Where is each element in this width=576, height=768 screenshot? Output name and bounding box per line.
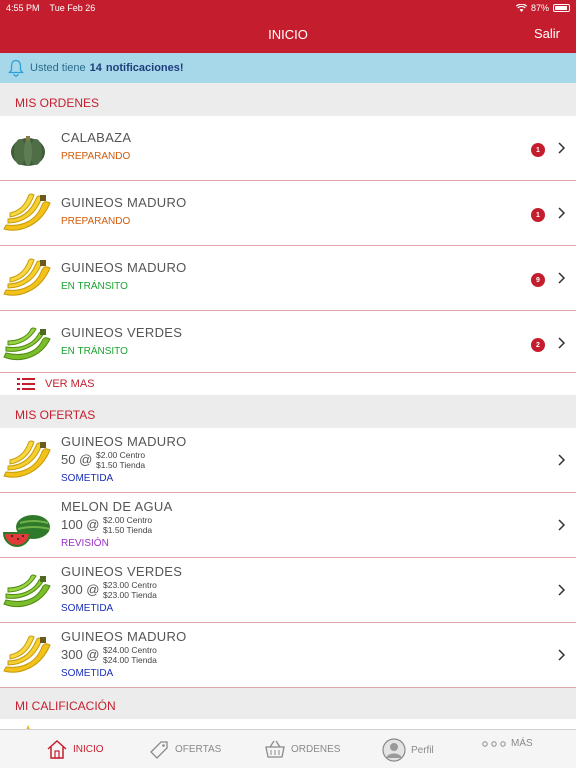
order-product-name: CALABAZA bbox=[61, 130, 132, 145]
order-count-badge: 2 bbox=[531, 338, 545, 352]
order-row[interactable]: GUINEOS MADURO PREPARANDO 1 bbox=[0, 181, 576, 246]
tab-label: MÁS bbox=[511, 738, 533, 749]
status-bar: 4:55 PM Tue Feb 26 87% bbox=[0, 0, 576, 16]
price-center: $23.00 Centro bbox=[103, 580, 157, 590]
tab-bar: INICIO OFERTAS ORDENES Perfil MÁS bbox=[0, 729, 576, 768]
pumpkin-icon bbox=[11, 136, 45, 166]
rating-section-title: MI CALIFICACIÓN bbox=[0, 688, 576, 719]
tab-perfil[interactable]: Perfil bbox=[382, 738, 434, 762]
notification-count: 14 bbox=[89, 62, 102, 74]
tab-label: ORDENES bbox=[291, 743, 341, 755]
tab-inicio[interactable]: INICIO bbox=[46, 738, 104, 760]
list-icon bbox=[17, 378, 35, 390]
tab-ordenes[interactable]: ORDENES bbox=[264, 738, 340, 760]
offer-prices: $2.00 Centro $1.50 Tienda bbox=[103, 515, 152, 535]
order-count-badge: 1 bbox=[531, 143, 545, 157]
offer-product-name: GUINEOS VERDES bbox=[61, 564, 183, 579]
order-status: EN TRÁNSITO bbox=[61, 346, 128, 357]
offer-row[interactable]: GUINEOS VERDES 300 @ $23.00 Centro $23.0… bbox=[0, 558, 576, 623]
chevron-right-icon bbox=[558, 649, 566, 661]
price-center: $2.00 Centro bbox=[103, 515, 153, 525]
chevron-right-icon bbox=[558, 207, 566, 219]
price-store: $1.50 Tienda bbox=[96, 460, 146, 470]
order-status: PREPARANDO bbox=[61, 151, 131, 162]
offer-product-name: GUINEOS MADURO bbox=[61, 629, 187, 644]
price-center: $2.00 Centro bbox=[96, 450, 146, 460]
tab-label: OFERTAS bbox=[175, 743, 222, 755]
ripe-banana-icon bbox=[3, 193, 51, 231]
price-center: $24.00 Centro bbox=[103, 645, 157, 655]
see-more-label: VER MAS bbox=[45, 378, 95, 390]
nav-bar: INICIO Salir bbox=[0, 16, 576, 53]
offer-quantity: 100 @ bbox=[61, 517, 100, 532]
tag-icon bbox=[150, 741, 168, 759]
logout-button[interactable]: Salir bbox=[534, 26, 560, 41]
page-title: INICIO bbox=[268, 27, 308, 42]
see-more-button[interactable]: VER MAS bbox=[0, 373, 576, 395]
ripe-banana-icon bbox=[3, 258, 51, 296]
offer-prices: $23.00 Centro $23.00 Tienda bbox=[103, 580, 157, 600]
tab-label: Perfil bbox=[411, 744, 434, 756]
tab-mas[interactable]: MÁS bbox=[482, 738, 533, 749]
notification-prefix: Usted tiene bbox=[30, 62, 86, 74]
offer-product-name: MELON DE AGUA bbox=[61, 499, 173, 514]
order-row[interactable]: GUINEOS VERDES EN TRÁNSITO 2 bbox=[0, 311, 576, 376]
status-time: 4:55 PM bbox=[6, 3, 40, 13]
offer-row[interactable]: GUINEOS MADURO 50 @ $2.00 Centro $1.50 T… bbox=[0, 428, 576, 493]
order-product-name: GUINEOS MADURO bbox=[61, 195, 187, 210]
offer-prices: $24.00 Centro $24.00 Tienda bbox=[103, 645, 157, 665]
battery-percent: 87% bbox=[530, 3, 549, 13]
order-product-name: GUINEOS MADURO bbox=[61, 260, 187, 275]
price-store: $23.00 Tienda bbox=[103, 590, 157, 600]
offer-quantity: 300 @ bbox=[61, 582, 100, 597]
offer-row[interactable]: MELON DE AGUA 100 @ $2.00 Centro $1.50 T… bbox=[0, 493, 576, 558]
offer-quantity: 300 @ bbox=[61, 647, 100, 662]
offer-status: SOMETIDA bbox=[61, 473, 114, 484]
order-count-badge: 1 bbox=[531, 208, 545, 222]
basket-icon bbox=[265, 740, 285, 758]
chevron-right-icon bbox=[558, 584, 566, 596]
home-icon bbox=[47, 739, 67, 759]
offer-row[interactable]: GUINEOS MADURO 300 @ $24.00 Centro $24.0… bbox=[0, 623, 576, 688]
price-store: $24.00 Tienda bbox=[103, 655, 157, 665]
green-banana-icon bbox=[3, 327, 51, 361]
tab-label: INICIO bbox=[73, 743, 104, 755]
wifi-icon bbox=[515, 4, 527, 12]
offer-product-name: GUINEOS MADURO bbox=[61, 434, 187, 449]
order-status: EN TRÁNSITO bbox=[61, 281, 128, 292]
offer-quantity: 50 @ bbox=[61, 452, 93, 467]
offer-status: SOMETIDA bbox=[61, 668, 114, 679]
more-icon bbox=[482, 740, 506, 747]
notification-banner[interactable]: Usted tiene 14 notificaciones! bbox=[0, 53, 576, 83]
order-product-name: GUINEOS VERDES bbox=[61, 325, 183, 340]
notification-suffix: notificaciones! bbox=[105, 62, 184, 74]
chevron-right-icon bbox=[558, 272, 566, 284]
order-count-badge: 9 bbox=[531, 273, 545, 287]
chevron-right-icon bbox=[558, 337, 566, 349]
order-row[interactable]: GUINEOS MADURO EN TRÁNSITO 9 bbox=[0, 246, 576, 311]
offer-prices: $2.00 Centro $1.50 Tienda bbox=[96, 450, 145, 470]
offer-status: SOMETIDA bbox=[61, 603, 114, 614]
chevron-right-icon bbox=[558, 142, 566, 154]
order-status: PREPARANDO bbox=[61, 216, 131, 227]
profile-icon bbox=[382, 738, 406, 762]
ripe-banana-icon bbox=[3, 440, 51, 478]
status-date: Tue Feb 26 bbox=[49, 3, 96, 13]
price-store: $1.50 Tienda bbox=[103, 525, 153, 535]
bell-icon bbox=[8, 59, 24, 77]
order-row[interactable]: CALABAZA PREPARANDO 1 bbox=[0, 116, 576, 181]
green-banana-icon bbox=[3, 574, 51, 608]
offer-status: REVISIÓN bbox=[61, 538, 109, 549]
chevron-right-icon bbox=[558, 454, 566, 466]
watermelon-icon bbox=[2, 515, 51, 547]
offers-section-title: MIS OFERTAS bbox=[0, 395, 576, 428]
tab-ofertas[interactable]: OFERTAS bbox=[148, 738, 221, 760]
ripe-banana-icon bbox=[3, 635, 51, 673]
battery-icon bbox=[553, 4, 570, 12]
orders-section-title: MIS ORDENES bbox=[0, 83, 576, 116]
chevron-right-icon bbox=[558, 519, 566, 531]
